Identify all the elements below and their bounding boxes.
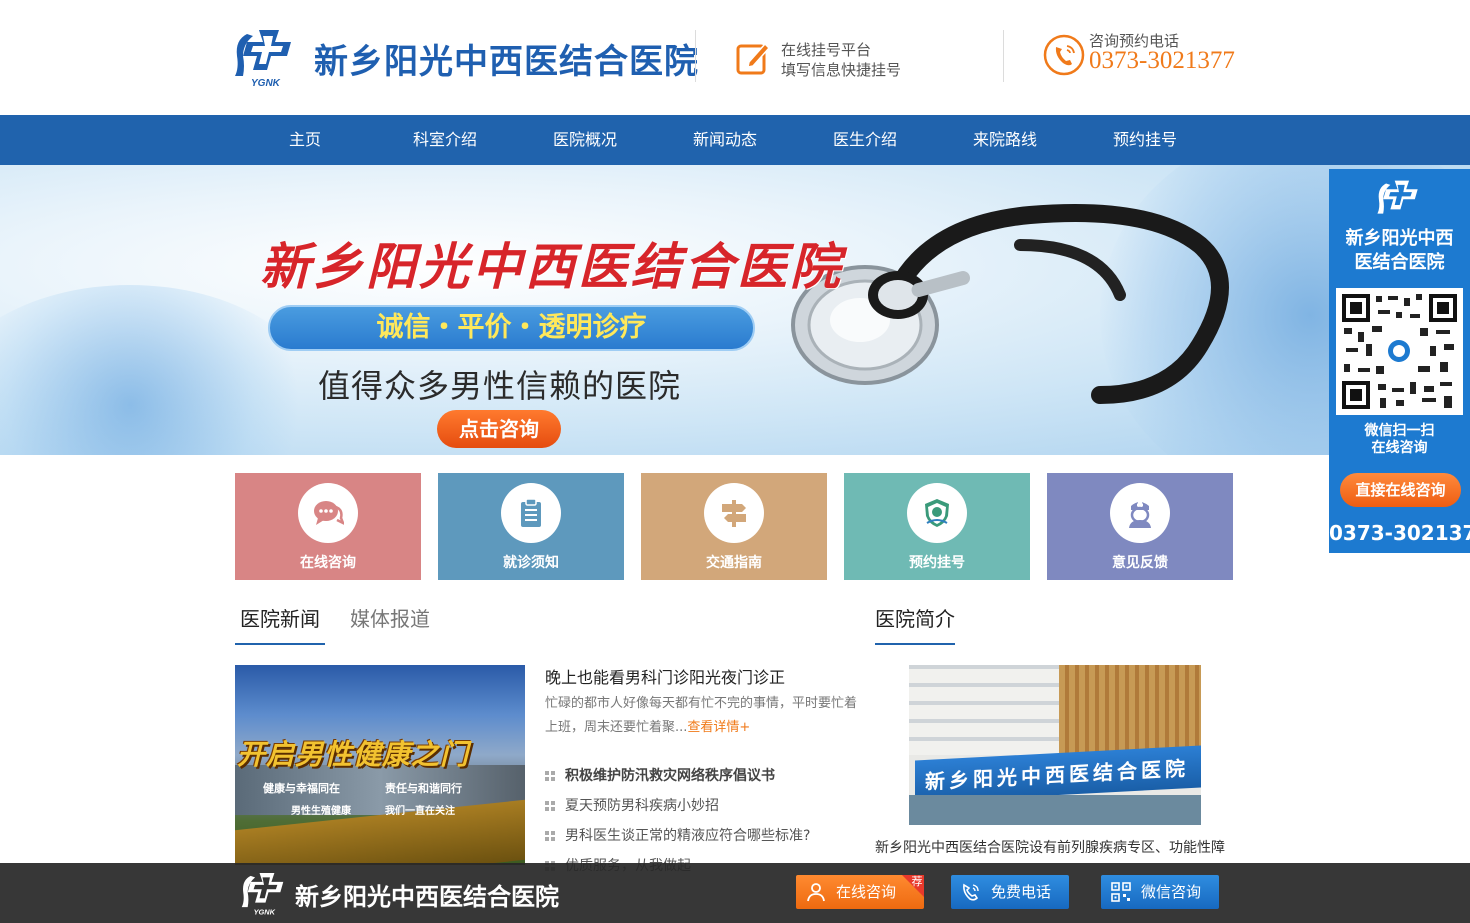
qr-code-icon xyxy=(1111,882,1131,902)
news-item-title: 积极维护防汛救灾网络秩序倡议书 xyxy=(565,768,775,784)
bottom-hospital-name: 新乡阳光中西医结合医院 xyxy=(295,883,559,911)
booking-platform-label[interactable]: 在线挂号平台 xyxy=(781,39,871,60)
quick-link-label: 交通指南 xyxy=(706,555,762,571)
quick-link-label: 就诊须知 xyxy=(503,555,559,571)
news-list-item[interactable]: 夏天预防男科疾病小妙招 xyxy=(545,795,719,815)
user-icon xyxy=(807,883,825,902)
bottom-button-label: 在线咨询 xyxy=(836,883,897,901)
banner-consult-button[interactable]: 点击咨询 xyxy=(437,410,561,448)
side-scan-line: 在线咨询 xyxy=(1371,440,1428,456)
news-feature-image[interactable]: 开启男性健康之门 健康与幸福同在 责任与和谐同行 男性生殖健康 我们一直在关注 xyxy=(235,665,525,865)
wechat-qr-code xyxy=(1336,288,1463,415)
quick-link-feedback[interactable]: 意见反馈 xyxy=(1047,473,1233,580)
side-name-line: 新乡阳光中西 xyxy=(1345,228,1454,249)
nav-item-news[interactable]: 新闻动态 xyxy=(655,115,795,165)
phone-call-icon xyxy=(963,883,979,901)
banner-hospital-name: 新乡阳光中西医结合医院 xyxy=(260,237,843,296)
bottom-online-consult-button[interactable]: 在线咨询 荐 xyxy=(796,875,924,909)
side-scan-text: 微信扫一扫 在线咨询 xyxy=(1329,423,1470,457)
news-image-caption: 我们一直在关注 xyxy=(385,806,455,817)
quick-icon-circle xyxy=(704,483,764,543)
nurse-icon xyxy=(1129,502,1151,528)
qr-code-icon xyxy=(1342,294,1457,409)
read-more-link[interactable]: 查看详情+ xyxy=(687,720,750,735)
quick-link-label: 在线咨询 xyxy=(300,555,356,571)
stethoscope-illustration xyxy=(791,204,1229,404)
news-image-caption: 健康与幸福同在 xyxy=(263,782,340,795)
intro-heading[interactable]: 医院简介 xyxy=(875,605,955,645)
edit-form-icon xyxy=(736,42,771,75)
news-image-title: 开启男性健康之门 xyxy=(237,738,470,771)
recommend-tag: 荐 xyxy=(902,875,924,897)
nav-item-departments[interactable]: 科室介绍 xyxy=(375,115,515,165)
nav-item-home[interactable]: 主页 xyxy=(235,115,375,165)
nav-item-directions[interactable]: 来院路线 xyxy=(935,115,1075,165)
nav-item-overview[interactable]: 医院概况 xyxy=(515,115,655,165)
news-image-caption: 责任与和谐同行 xyxy=(385,782,462,795)
hero-banner[interactable]: 新乡阳光中西医结合医院 诚信・平价・透明诊疗 值得众多男性信赖的医院 点击咨询 xyxy=(0,165,1470,455)
tab-media-reports[interactable]: 媒体报道 xyxy=(350,605,430,645)
news-image-caption: 男性生殖健康 xyxy=(291,806,351,817)
lead-news-title[interactable]: 晚上也能看男科门诊阳光夜门诊正 xyxy=(545,664,785,688)
badge-icon xyxy=(925,499,949,527)
intro-text: 新乡阳光中西医结合医院设有前列腺疾病专区、功能性障 xyxy=(875,840,1225,856)
side-consult-panel: 新乡阳光中西 医结合医院 微信扫一扫 在线咨询 直接在线咨询 0373-302137… xyxy=(1329,169,1470,553)
side-scan-line: 微信扫一扫 xyxy=(1364,423,1435,439)
bullet-icon xyxy=(545,771,555,781)
side-phone-number[interactable]: 0373-3021377 xyxy=(1329,521,1470,545)
news-list-item[interactable]: 积极维护防汛救灾网络秩序倡议书 xyxy=(545,765,775,785)
logo-letters: YGNK xyxy=(254,908,276,916)
news-list-item[interactable]: 男科医生谈正常的精液应符合哪些标准? xyxy=(545,825,810,845)
quick-icon-circle xyxy=(298,483,358,543)
hospital-logo-icon xyxy=(1377,180,1418,214)
intro-underline xyxy=(875,643,955,645)
site-title[interactable]: 新乡阳光中西医结合医院 xyxy=(314,34,699,83)
header-divider xyxy=(695,30,696,82)
chat-bubbles-icon xyxy=(314,501,344,525)
building-storefront xyxy=(909,795,1201,825)
news-item-title: 夏天预防男科疾病小妙招 xyxy=(565,798,719,814)
quick-icon-circle xyxy=(907,483,967,543)
header-phone-number[interactable]: 0373-3021377 xyxy=(1089,47,1235,75)
recommend-tag-text: 荐 xyxy=(911,875,923,888)
quick-icon-circle xyxy=(1110,483,1170,543)
tab-underline xyxy=(235,643,325,645)
bottom-button-label: 微信咨询 xyxy=(1141,883,1202,901)
bullet-icon xyxy=(545,801,555,811)
side-name-line: 医结合医院 xyxy=(1354,252,1445,273)
direct-consult-button[interactable]: 直接在线咨询 xyxy=(1340,473,1461,507)
quick-link-traffic-guide[interactable]: 交通指南 xyxy=(641,473,827,580)
main-nav: 主页 科室介绍 医院概况 新闻动态 医生介绍 来院路线 预约挂号 xyxy=(0,115,1470,165)
quick-link-visit-notice[interactable]: 就诊须知 xyxy=(438,473,624,580)
hospital-logo-icon[interactable]: YGNK xyxy=(233,26,297,88)
news-item-title: 男科医生谈正常的精液应符合哪些标准? xyxy=(565,828,811,844)
nav-item-doctors[interactable]: 医生介绍 xyxy=(795,115,935,165)
clipboard-icon xyxy=(521,498,541,527)
lead-news-summary: 忙碌的都市人好像每天都有忙不完的事情，平时要忙着上班，周末还要忙着聚...查看详… xyxy=(545,692,860,740)
side-hospital-name: 新乡阳光中西 医结合医院 xyxy=(1329,227,1470,275)
bottom-fixed-bar: YGNK 新乡阳光中西医结合医院 在线咨询 荐 免费电话 微信咨询 xyxy=(0,863,1470,923)
bottom-button-label: 免费电话 xyxy=(991,883,1052,901)
quick-icon-circle xyxy=(501,483,561,543)
bottom-free-call-button[interactable]: 免费电话 xyxy=(951,875,1069,909)
banner-subtitle: 值得众多男性信赖的医院 xyxy=(318,367,682,405)
hospital-logo-icon: YGNK xyxy=(241,872,284,916)
tab-hospital-news[interactable]: 医院新闻 xyxy=(240,605,320,645)
nav-item-appointment[interactable]: 预约挂号 xyxy=(1075,115,1215,165)
header-divider xyxy=(1003,30,1004,82)
quick-link-label: 预约挂号 xyxy=(909,555,965,571)
logo-letters: YGNK xyxy=(251,78,281,88)
bullet-icon xyxy=(545,831,555,841)
signpost-icon xyxy=(722,500,746,527)
phone-icon xyxy=(1043,34,1085,76)
booking-platform-sublabel[interactable]: 填写信息快捷挂号 xyxy=(781,59,901,80)
quick-link-online-consult[interactable]: 在线咨询 xyxy=(235,473,421,580)
site-header: YGNK 新乡阳光中西医结合医院 在线挂号平台 填写信息快捷挂号 咨询预约电话 … xyxy=(0,0,1470,115)
banner-slogan: 诚信・平价・透明诊疗 xyxy=(376,312,647,343)
bottom-wechat-button[interactable]: 微信咨询 xyxy=(1101,875,1219,909)
quick-link-label: 意见反馈 xyxy=(1112,555,1168,571)
banner-slogan-pill: 诚信・平价・透明诊疗 xyxy=(268,305,755,351)
hospital-building-photo[interactable]: 新乡阳光中西医结合医院 xyxy=(909,665,1201,825)
quick-link-appointment[interactable]: 预约挂号 xyxy=(844,473,1030,580)
